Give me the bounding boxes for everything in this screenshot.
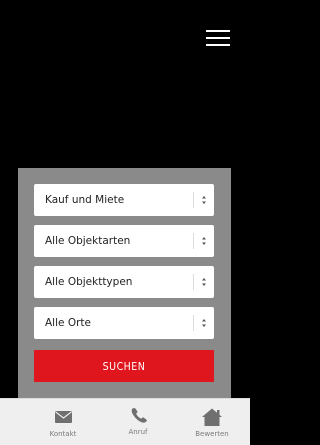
nav-item-anruf[interactable]: Anruf	[108, 399, 168, 445]
select-divider	[193, 233, 194, 249]
select-divider	[193, 315, 194, 331]
updown-arrows-glyph	[202, 196, 206, 204]
select-property-category[interactable]: Alle Objektarten	[34, 225, 214, 257]
search-panel: Kauf und Miete Alle Objektarten Alle Obj…	[18, 168, 231, 400]
updown-arrows-icon	[198, 307, 210, 353]
nav-label: Kontakt	[49, 430, 77, 438]
nav-item-bewerten[interactable]: Bewerten	[182, 399, 242, 445]
updown-arrows-glyph	[202, 278, 206, 286]
updown-arrows-icon	[198, 225, 210, 271]
arrow-down-icon	[202, 283, 206, 286]
menu-line	[206, 37, 230, 39]
select-label: Alle Orte	[45, 317, 91, 329]
select-label: Alle Objektarten	[45, 235, 131, 247]
select-property-type[interactable]: Alle Objekttypen	[34, 266, 214, 298]
arrow-down-icon	[202, 242, 206, 245]
envelope-icon	[55, 411, 72, 423]
arrow-up-icon	[202, 319, 206, 322]
menu-line	[206, 44, 230, 46]
select-location[interactable]: Alle Orte	[34, 307, 214, 339]
phone-icon	[131, 408, 147, 423]
updown-arrows-icon	[198, 266, 210, 312]
menu-line	[206, 30, 230, 32]
hamburger-menu-icon[interactable]	[204, 27, 232, 49]
nav-label: Bewerten	[195, 430, 229, 438]
arrow-down-icon	[202, 324, 206, 327]
house-icon	[202, 408, 222, 426]
updown-arrows-glyph	[202, 237, 206, 245]
page: Kauf und Miete Alle Objektarten Alle Obj…	[0, 0, 250, 445]
select-label: Kauf und Miete	[45, 194, 125, 206]
arrow-down-icon	[202, 201, 206, 204]
select-transaction-type[interactable]: Kauf und Miete	[34, 184, 214, 216]
bottom-nav: Kontakt Anruf Bewerten	[0, 398, 250, 445]
select-label: Alle Objekttypen	[45, 276, 133, 288]
nav-item-kontakt[interactable]: Kontakt	[33, 399, 93, 445]
updown-arrows-icon	[198, 184, 210, 230]
search-button[interactable]: SUCHEN	[34, 350, 214, 382]
arrow-up-icon	[202, 196, 206, 199]
updown-arrows-glyph	[202, 319, 206, 327]
nav-label: Anruf	[128, 428, 148, 436]
arrow-up-icon	[202, 237, 206, 240]
arrow-up-icon	[202, 278, 206, 281]
select-divider	[193, 192, 194, 208]
select-divider	[193, 274, 194, 290]
